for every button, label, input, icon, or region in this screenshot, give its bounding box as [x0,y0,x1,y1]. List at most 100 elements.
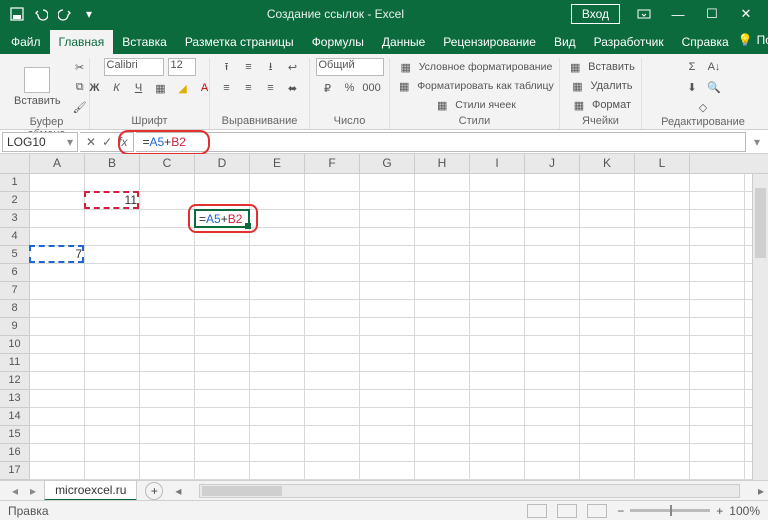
underline-icon[interactable]: Ч [130,79,148,97]
sheet-tab[interactable]: microexcel.ru [44,480,137,501]
delete-cells-button[interactable]: ▦Удалить [569,77,633,95]
page-layout-view-icon[interactable] [557,504,577,518]
zoom-in-icon[interactable]: + [716,504,723,518]
row-header-5[interactable]: 5 [0,246,29,264]
wrap-text-icon[interactable]: ↩ [284,58,302,76]
row-header-8[interactable]: 8 [0,300,29,318]
undo-icon[interactable] [30,3,52,25]
align-left-icon[interactable]: ≡ [218,79,236,97]
page-break-view-icon[interactable] [587,504,607,518]
col-header-a[interactable]: A [30,154,85,173]
italic-icon[interactable]: К [108,79,126,97]
fill-icon[interactable]: ⬇ [683,78,701,96]
formula-input[interactable]: =A5+B2 [136,132,746,152]
qa-more-icon[interactable]: ▾ [78,3,100,25]
align-right-icon[interactable]: ≡ [262,79,280,97]
tab-help[interactable]: Справка [673,30,738,54]
cell-styles-button[interactable]: ▦Стили ячеек [433,96,516,114]
row-header-15[interactable]: 15 [0,426,29,444]
clear-icon[interactable]: ◇ [694,98,712,116]
align-bottom-icon[interactable]: ⭳ [262,58,280,76]
find-icon[interactable]: 🔍 [705,78,723,96]
col-header-k[interactable]: K [580,154,635,173]
row-header-16[interactable]: 16 [0,444,29,462]
select-all-button[interactable] [0,154,30,173]
name-box[interactable]: LOG10 ▾ [2,132,78,152]
hsb-left-icon[interactable]: ◂ [171,484,185,498]
font-name-select[interactable]: Calibri [104,58,164,76]
tab-insert[interactable]: Вставка [113,30,176,54]
merge-icon[interactable]: ⬌ [284,79,302,97]
col-header-g[interactable]: G [360,154,415,173]
col-header-i[interactable]: I [470,154,525,173]
new-sheet-button[interactable]: + [145,482,163,500]
align-middle-icon[interactable]: ≡ [240,58,258,76]
tab-formulas[interactable]: Формулы [303,30,373,54]
tell-me-button[interactable]: 💡Помощ... [738,33,768,47]
tab-review[interactable]: Рецензирование [434,30,545,54]
row-header-11[interactable]: 11 [0,354,29,372]
tab-home[interactable]: Главная [50,30,114,54]
currency-icon[interactable]: ₽ [319,79,337,97]
row-header-7[interactable]: 7 [0,282,29,300]
row-header-12[interactable]: 12 [0,372,29,390]
tab-developer[interactable]: Разработчик [585,30,673,54]
format-painter-icon[interactable]: 🖌 [71,98,89,116]
close-icon[interactable]: ✕ [730,3,762,25]
normal-view-icon[interactable] [527,504,547,518]
col-header-b[interactable]: B [85,154,140,173]
tab-view[interactable]: Вид [545,30,585,54]
hsb-right-icon[interactable]: ▸ [754,484,768,498]
redo-icon[interactable] [54,3,76,25]
active-cell-d3[interactable]: =A5+B2 [194,209,250,228]
paste-button[interactable]: Вставить [10,65,65,109]
maximize-icon[interactable]: ☐ [696,3,728,25]
sheet-nav-prev-icon[interactable]: ◂ [8,484,22,498]
ribbon-options-icon[interactable] [628,3,660,25]
row-header-1[interactable]: 1 [0,174,29,192]
sheet-nav-next-icon[interactable]: ▸ [26,484,40,498]
row-header-9[interactable]: 9 [0,318,29,336]
expand-formula-icon[interactable]: ▾ [748,135,766,149]
cell-area[interactable]: 7 11 =A5+B2 [30,174,768,480]
vsb-thumb[interactable] [755,188,766,258]
fill-handle[interactable] [245,223,251,229]
format-cells-button[interactable]: ▦Формат [570,96,631,114]
fill-color-icon[interactable]: ◢ [174,79,192,97]
vertical-scrollbar[interactable] [752,174,768,480]
zoom-control[interactable]: − + 100% [617,504,760,518]
row-header-3[interactable]: 3 [0,210,29,228]
enter-formula-icon[interactable]: ✓ [102,135,112,149]
col-header-l[interactable]: L [635,154,690,173]
save-icon[interactable] [6,3,28,25]
col-header-f[interactable]: F [305,154,360,173]
bold-icon[interactable]: Ж [86,79,104,97]
border-icon[interactable]: ▦ [152,79,170,97]
col-header-h[interactable]: H [415,154,470,173]
align-center-icon[interactable]: ≡ [240,79,258,97]
zoom-out-icon[interactable]: − [617,504,624,518]
zoom-level[interactable]: 100% [729,504,760,518]
row-header-6[interactable]: 6 [0,264,29,282]
minimize-icon[interactable]: ― [662,3,694,25]
col-header-d[interactable]: D [195,154,250,173]
fx-icon[interactable]: fx [118,135,127,149]
zoom-slider[interactable] [630,509,710,512]
tab-file[interactable]: Файл [2,30,50,54]
col-header-e[interactable]: E [250,154,305,173]
autosum-icon[interactable]: Σ [683,58,701,76]
cancel-formula-icon[interactable]: ✕ [86,135,96,149]
row-header-17[interactable]: 17 [0,462,29,480]
row-header-10[interactable]: 10 [0,336,29,354]
conditional-formatting-button[interactable]: ▦Условное форматирование [397,58,553,76]
number-format-select[interactable]: Общий [316,58,384,76]
font-size-select[interactable]: 12 [168,58,196,76]
align-top-icon[interactable]: ⭱ [218,58,236,76]
insert-cells-button[interactable]: ▦Вставить [566,58,635,76]
row-header-2[interactable]: 2 [0,192,29,210]
format-as-table-button[interactable]: ▦Форматировать как таблицу [395,77,554,95]
row-header-13[interactable]: 13 [0,390,29,408]
percent-icon[interactable]: % [341,79,359,97]
horizontal-scrollbar[interactable] [199,484,740,498]
col-header-j[interactable]: J [525,154,580,173]
